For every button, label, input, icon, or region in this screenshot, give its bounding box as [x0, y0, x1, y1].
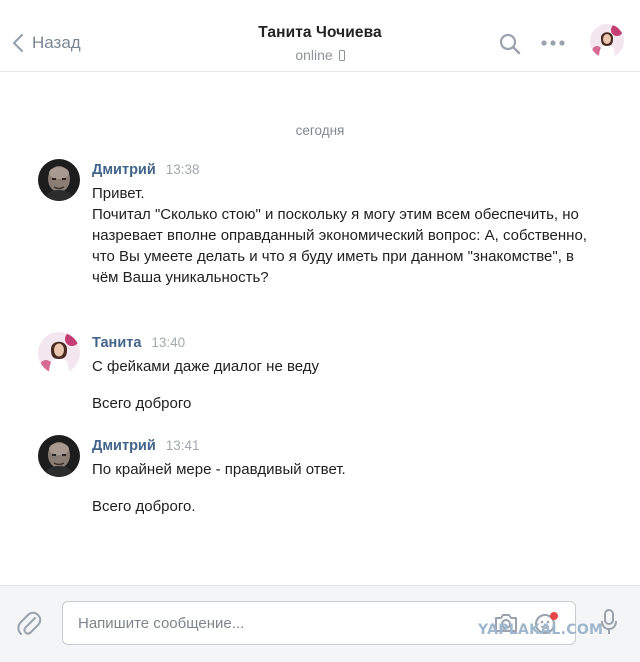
status-text: online — [295, 47, 333, 63]
chat-header: Назад Танита Чочиева online — [0, 14, 640, 72]
message-author[interactable]: Дмитрий — [92, 438, 156, 454]
message-paragraph: Всего доброго. — [92, 498, 196, 515]
avatar[interactable] — [38, 159, 80, 201]
back-button[interactable]: Назад — [12, 30, 81, 56]
watermark: YAPLAKAL.COM — [478, 622, 604, 638]
chevron-left-icon — [12, 33, 24, 53]
mobile-phone-icon — [338, 49, 345, 61]
message-author[interactable]: Дмитрий — [92, 162, 156, 178]
online-status: online — [200, 47, 440, 63]
message-paragraph: Привет. Почитал "Сколько стою" и посколь… — [92, 185, 587, 286]
message-author[interactable]: Танита — [92, 335, 141, 351]
contact-avatar[interactable] — [590, 24, 624, 58]
avatar[interactable] — [38, 435, 80, 477]
search-icon[interactable] — [499, 33, 521, 55]
message-paragraph: С фейками даже диалог не веду — [92, 358, 320, 375]
message-item: Дмитрий 13:38 Привет. Почитал "Сколько с… — [38, 159, 618, 309]
more-options-icon[interactable] — [541, 40, 565, 46]
message-text: Привет. Почитал "Сколько стою" и посколь… — [92, 183, 592, 288]
message-paragraph: По крайней мере - правдивый ответ. — [92, 461, 346, 478]
message-item: Дмитрий 13:41 По крайней мере - правдивы… — [38, 435, 618, 515]
avatar[interactable] — [38, 332, 80, 374]
message-text: По крайней мере - правдивый ответ. Всего… — [92, 459, 592, 517]
message-item: Танита 13:40 С фейками даже диалог не ве… — [38, 332, 618, 412]
paperclip-icon[interactable] — [16, 608, 42, 638]
message-time: 13:40 — [151, 335, 186, 350]
message-time: 13:38 — [165, 162, 200, 177]
top-strip — [0, 0, 640, 14]
date-separator: сегодня — [295, 123, 345, 138]
message-time: 13:41 — [165, 438, 200, 453]
message-input[interactable] — [63, 602, 483, 644]
contact-name: Танита Чочиева — [258, 24, 382, 41]
back-label: Назад — [32, 33, 81, 52]
message-text: С фейками даже диалог не веду Всего добр… — [92, 356, 592, 414]
message-paragraph: Всего доброго — [92, 395, 192, 412]
contact-info[interactable]: Танита Чочиева online — [200, 24, 440, 63]
